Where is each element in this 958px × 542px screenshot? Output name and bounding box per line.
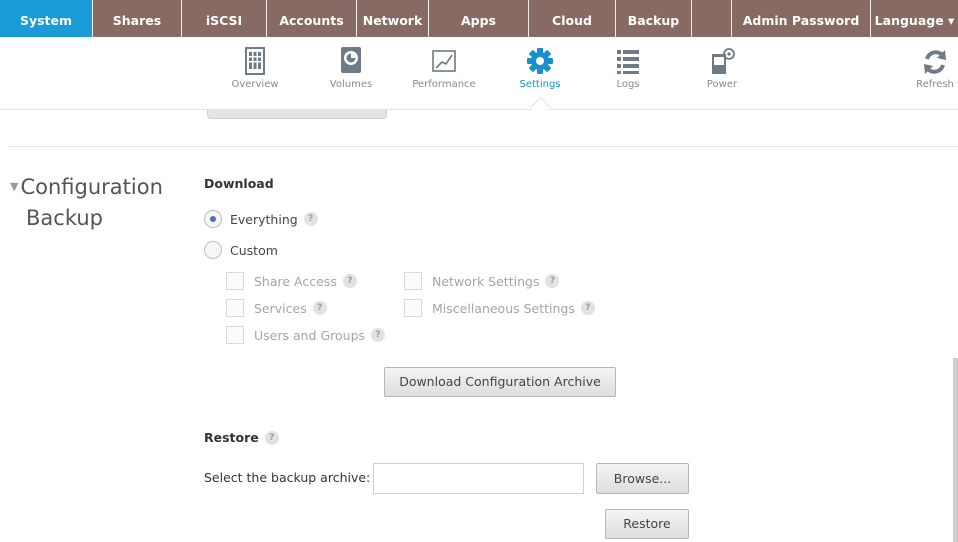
toolbar-power-label: Power <box>706 79 738 90</box>
top-navigation-bar: System Shares iSCSI Accounts Network App… <box>0 0 958 37</box>
toolbar-settings-label: Settings <box>519 79 561 90</box>
checkbox-share-access[interactable] <box>226 272 244 290</box>
help-icon[interactable]: ? <box>545 274 560 288</box>
performance-icon <box>432 50 456 72</box>
power-icon <box>712 48 735 74</box>
radio-everything-label: Everything <box>230 211 298 227</box>
help-icon[interactable]: ? <box>342 274 357 288</box>
section-divider <box>8 146 958 147</box>
download-heading: Download <box>204 176 274 191</box>
section-title-line2: Backup <box>26 206 103 230</box>
radio-custom-label: Custom <box>230 242 278 258</box>
select-backup-label: Select the backup archive: <box>204 470 371 485</box>
checkbox-share-access-label: Share Access <box>254 273 337 289</box>
restore-heading-row: Restore ? <box>204 430 279 445</box>
download-configuration-archive-button[interactable]: Download Configuration Archive <box>384 367 616 397</box>
toolbar-logs-label: Logs <box>616 79 640 90</box>
tab-iscsi[interactable]: iSCSI <box>182 0 267 37</box>
section-title[interactable]: ▼Configuration Backup <box>10 171 163 234</box>
tab-language[interactable]: Language ▾ <box>871 0 958 37</box>
help-icon[interactable]: ? <box>312 301 327 315</box>
checkbox-services-label: Services <box>254 300 307 316</box>
tab-system[interactable]: System <box>0 0 93 37</box>
toolbar-overview[interactable]: Overview <box>222 45 288 90</box>
toolbar-performance-label: Performance <box>412 79 476 90</box>
checkbox-users-groups-row[interactable]: Users and Groups ? <box>226 324 386 346</box>
gear-icon <box>527 48 553 74</box>
checkbox-network-settings-row[interactable]: Network Settings ? <box>404 270 560 292</box>
tab-blank <box>692 0 732 37</box>
toolbar-performance[interactable]: Performance <box>406 45 482 90</box>
toolbar-power[interactable]: Power <box>698 45 746 90</box>
toolbar-refresh[interactable]: Refresh <box>912 45 958 90</box>
tab-shares[interactable]: Shares <box>93 0 182 37</box>
collapse-triangle-icon[interactable]: ▼ <box>10 180 18 193</box>
checkbox-network-settings-label: Network Settings <box>432 273 540 289</box>
checkbox-services[interactable] <box>226 299 244 317</box>
toolbar-volumes[interactable]: Volumes <box>318 45 384 90</box>
backup-file-input[interactable] <box>373 463 584 494</box>
radio-everything[interactable] <box>204 210 222 228</box>
tab-accounts[interactable]: Accounts <box>267 0 357 37</box>
radio-custom[interactable] <box>204 241 222 259</box>
refresh-icon <box>924 50 946 74</box>
help-icon[interactable]: ? <box>264 430 279 445</box>
toolbar-overview-label: Overview <box>231 79 279 90</box>
checkbox-share-access-row[interactable]: Share Access ? <box>226 270 357 292</box>
help-icon[interactable]: ? <box>303 212 318 226</box>
settings-toolbar: Overview Volumes Performance Settings Lo… <box>0 37 958 110</box>
checkbox-users-groups-label: Users and Groups <box>254 327 366 343</box>
scrollbar[interactable] <box>953 358 958 542</box>
radio-custom-row[interactable]: Custom <box>204 239 278 261</box>
tab-apps[interactable]: Apps <box>429 0 529 37</box>
toolbar-settings[interactable]: Settings <box>510 45 570 90</box>
partial-button-above <box>207 110 387 119</box>
checkbox-misc-settings-label: Miscellaneous Settings <box>432 300 575 316</box>
toolbar-logs[interactable]: Logs <box>604 45 652 90</box>
restore-heading: Restore <box>204 430 259 445</box>
volumes-icon <box>341 47 361 73</box>
checkbox-services-row[interactable]: Services ? <box>226 297 327 319</box>
section-title-line1: Configuration <box>20 175 163 199</box>
tab-cloud[interactable]: Cloud <box>529 0 616 37</box>
help-icon[interactable]: ? <box>371 328 386 342</box>
restore-button[interactable]: Restore <box>605 509 689 539</box>
tab-admin-password[interactable]: Admin Password <box>732 0 871 37</box>
browse-button[interactable]: Browse... <box>596 463 689 494</box>
toolbar-refresh-label: Refresh <box>916 79 954 90</box>
tab-backup[interactable]: Backup <box>616 0 692 37</box>
help-icon[interactable]: ? <box>580 301 595 315</box>
logs-icon <box>617 50 639 74</box>
checkbox-network-settings[interactable] <box>404 272 422 290</box>
overview-icon <box>245 47 265 75</box>
toolbar-volumes-label: Volumes <box>329 79 373 90</box>
radio-everything-row[interactable]: Everything ? <box>204 208 318 230</box>
checkbox-users-groups[interactable] <box>226 326 244 344</box>
tab-network[interactable]: Network <box>357 0 429 37</box>
checkbox-misc-settings[interactable] <box>404 299 422 317</box>
checkbox-misc-settings-row[interactable]: Miscellaneous Settings ? <box>404 297 595 319</box>
